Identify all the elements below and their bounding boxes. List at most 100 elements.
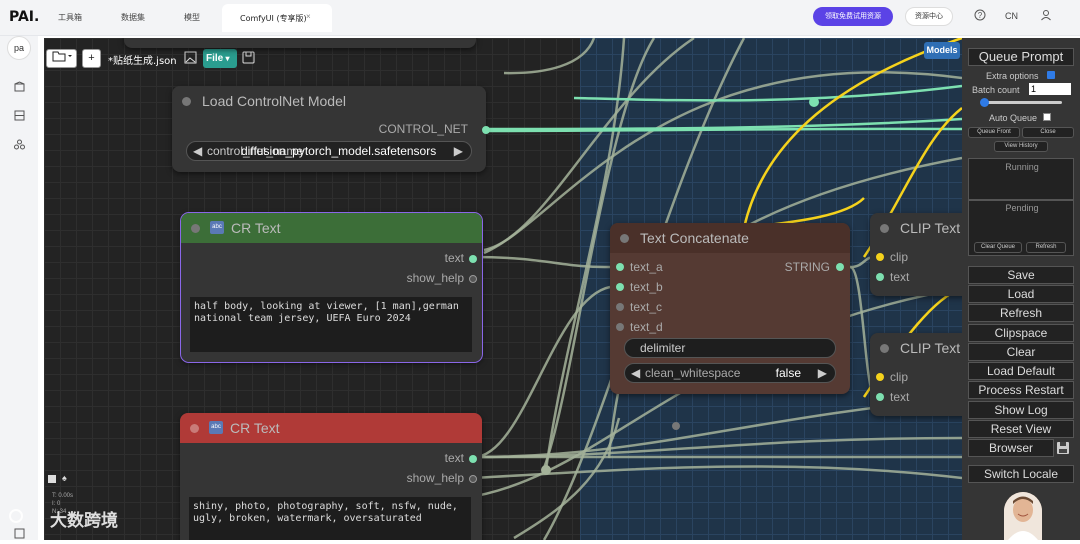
node-cr-text-2[interactable]: abc CR Text text show_help shiny, photo,… [180,413,482,540]
node-load-controlnet[interactable]: Load ControlNet Model CONTROL_NET ◀ cont… [172,86,490,172]
node-collapse-dot[interactable] [880,224,889,233]
save-button[interactable]: Save [968,266,1074,284]
prompt-textarea[interactable]: shiny, photo, photography, soft, nsfw, n… [189,497,471,540]
combo-value: diffusion_pytorch_model.safetensors [241,144,437,158]
input-slot-text-a[interactable] [616,263,624,271]
input-slot-text-d[interactable] [616,323,624,331]
input-slot-clip[interactable] [876,253,884,261]
image-icon[interactable] [184,51,197,64]
file-menu-button[interactable]: File ▾ [203,49,237,68]
models-tab[interactable]: Models [924,42,960,59]
batch-count-input[interactable]: 1 [1029,83,1071,95]
dataset-icon[interactable] [12,110,26,124]
folder-menu-button[interactable] [46,49,77,68]
queue-prompt-button[interactable]: Queue Prompt [968,48,1074,66]
prompt-textarea[interactable]: half body, looking at viewer, [1 man],ge… [190,297,472,352]
input-slot-text-b[interactable] [616,283,624,291]
extra-options-checkbox[interactable] [1047,71,1055,79]
load-button[interactable]: Load [968,285,1074,303]
controlnet-name-combo[interactable]: ◀ control_net_name diffusion_pytorch_mod… [186,141,472,161]
input-slot-text-c[interactable] [616,303,624,311]
node-clip-text-2[interactable]: CLIP Text clip text [870,333,962,416]
node-title-bar[interactable]: CLIP Text [870,213,962,243]
output-slot-text[interactable] [469,255,477,263]
running-label: Running [1005,162,1039,172]
queue-close-button[interactable]: Close [1022,127,1074,138]
refresh-button[interactable]: Refresh [968,304,1074,322]
browser-button[interactable]: Browser [968,439,1054,457]
batch-count-label: Batch count [972,85,1020,95]
show-log-button[interactable]: Show Log [968,401,1074,419]
nav-datasets[interactable]: 数据集 [121,12,145,23]
nav-toolbox[interactable]: 工具箱 [58,12,82,23]
input-label-text: text [890,390,910,404]
output-slot-show-help[interactable] [469,475,477,483]
pin-icon[interactable]: ♠ [62,473,67,483]
node-collapse-dot[interactable] [191,224,200,233]
clear-button[interactable]: Clear [968,343,1074,361]
input-label-text-b: text_b [630,280,663,294]
nav-models[interactable]: 模型 [184,12,200,23]
tab-comfyui[interactable]: ComfyUI (专享版) × [222,4,332,32]
language-switch[interactable]: CN [1005,11,1018,21]
arrow-right-icon[interactable]: ▶ [818,364,827,382]
arrow-left-icon[interactable]: ◀ [193,142,202,160]
batch-count-slider[interactable] [982,101,1062,104]
box-icon[interactable] [12,81,26,95]
input-slot-text[interactable] [876,273,884,281]
auto-queue-checkbox[interactable] [1043,113,1051,121]
node-partial-top[interactable] [124,38,476,48]
node-title-bar[interactable]: CLIP Text [870,333,962,363]
output-slot-text[interactable] [469,455,477,463]
avatar[interactable]: pa [7,36,31,60]
node-collapse-dot[interactable] [620,234,629,243]
load-default-button[interactable]: Load Default [968,362,1074,380]
output-label-show-help: show_help [406,471,464,485]
chevron-down-icon: ▾ [223,54,230,63]
save-workflow-icon[interactable] [242,51,255,64]
process-restart-button[interactable]: Process Restart [968,381,1074,399]
clean-whitespace-toggle[interactable]: ◀ clean_whitespace false ▶ [624,363,836,383]
help-icon[interactable]: ? [973,9,987,23]
output-slot-control-net[interactable] [482,126,490,134]
reset-view-button[interactable]: Reset View [968,420,1074,438]
node-title-bar[interactable]: Text Concatenate [610,223,850,253]
input-slot-clip[interactable] [876,373,884,381]
node-title-bar[interactable]: abc CR Text [181,213,482,243]
node-clip-text-1[interactable]: CLIP Text clip text [870,213,962,296]
minimap-toggle-icon[interactable] [48,475,56,483]
output-slot-string[interactable] [836,263,844,271]
view-history-button[interactable]: View History [994,141,1048,152]
assistant-avatar[interactable] [1004,492,1042,540]
queue-front-button[interactable]: Queue Front [968,127,1020,138]
node-title-bar[interactable]: Load ControlNet Model [172,86,486,116]
resource-center-button[interactable]: 资源中心 [905,7,953,26]
node-canvas[interactable]: + *贴纸生成.json File ▾ Load ControlNet Mode… [44,38,962,540]
node-collapse-dot[interactable] [182,97,191,106]
model-icon[interactable] [12,139,26,153]
input-slot-text[interactable] [876,393,884,401]
clipspace-button[interactable]: Clipspace [968,324,1074,342]
node-title-bar[interactable]: abc CR Text [180,413,482,443]
close-icon[interactable]: × [306,12,311,21]
clear-queue-button[interactable]: Clear Queue [974,242,1022,253]
node-text-concatenate[interactable]: Text Concatenate text_a text_b text_c te… [610,223,850,394]
arrow-left-icon[interactable]: ◀ [631,364,640,382]
node-title: CLIP Text [900,220,961,236]
node-cr-text-1[interactable]: abc CR Text text show_help half body, lo… [180,212,483,363]
batch-slider-thumb[interactable] [980,98,989,107]
arrow-right-icon[interactable]: ▶ [454,142,463,160]
output-slot-show-help[interactable] [469,275,477,283]
delimiter-field[interactable]: delimiter [624,338,836,358]
add-tab-button[interactable]: + [82,49,101,68]
refresh-queue-button[interactable]: Refresh [1026,242,1066,253]
node-collapse-dot[interactable] [880,344,889,353]
user-icon[interactable] [1039,9,1053,23]
switch-locale-button[interactable]: Switch Locale [968,465,1074,483]
free-trial-button[interactable]: 领取免费试用资源 [813,7,893,26]
output-label-text: text [444,251,464,265]
node-title: Text Concatenate [640,230,749,246]
node-collapse-dot[interactable] [190,424,199,433]
save-disk-icon[interactable] [1056,441,1070,455]
input-label-text-c: text_c [630,300,663,314]
